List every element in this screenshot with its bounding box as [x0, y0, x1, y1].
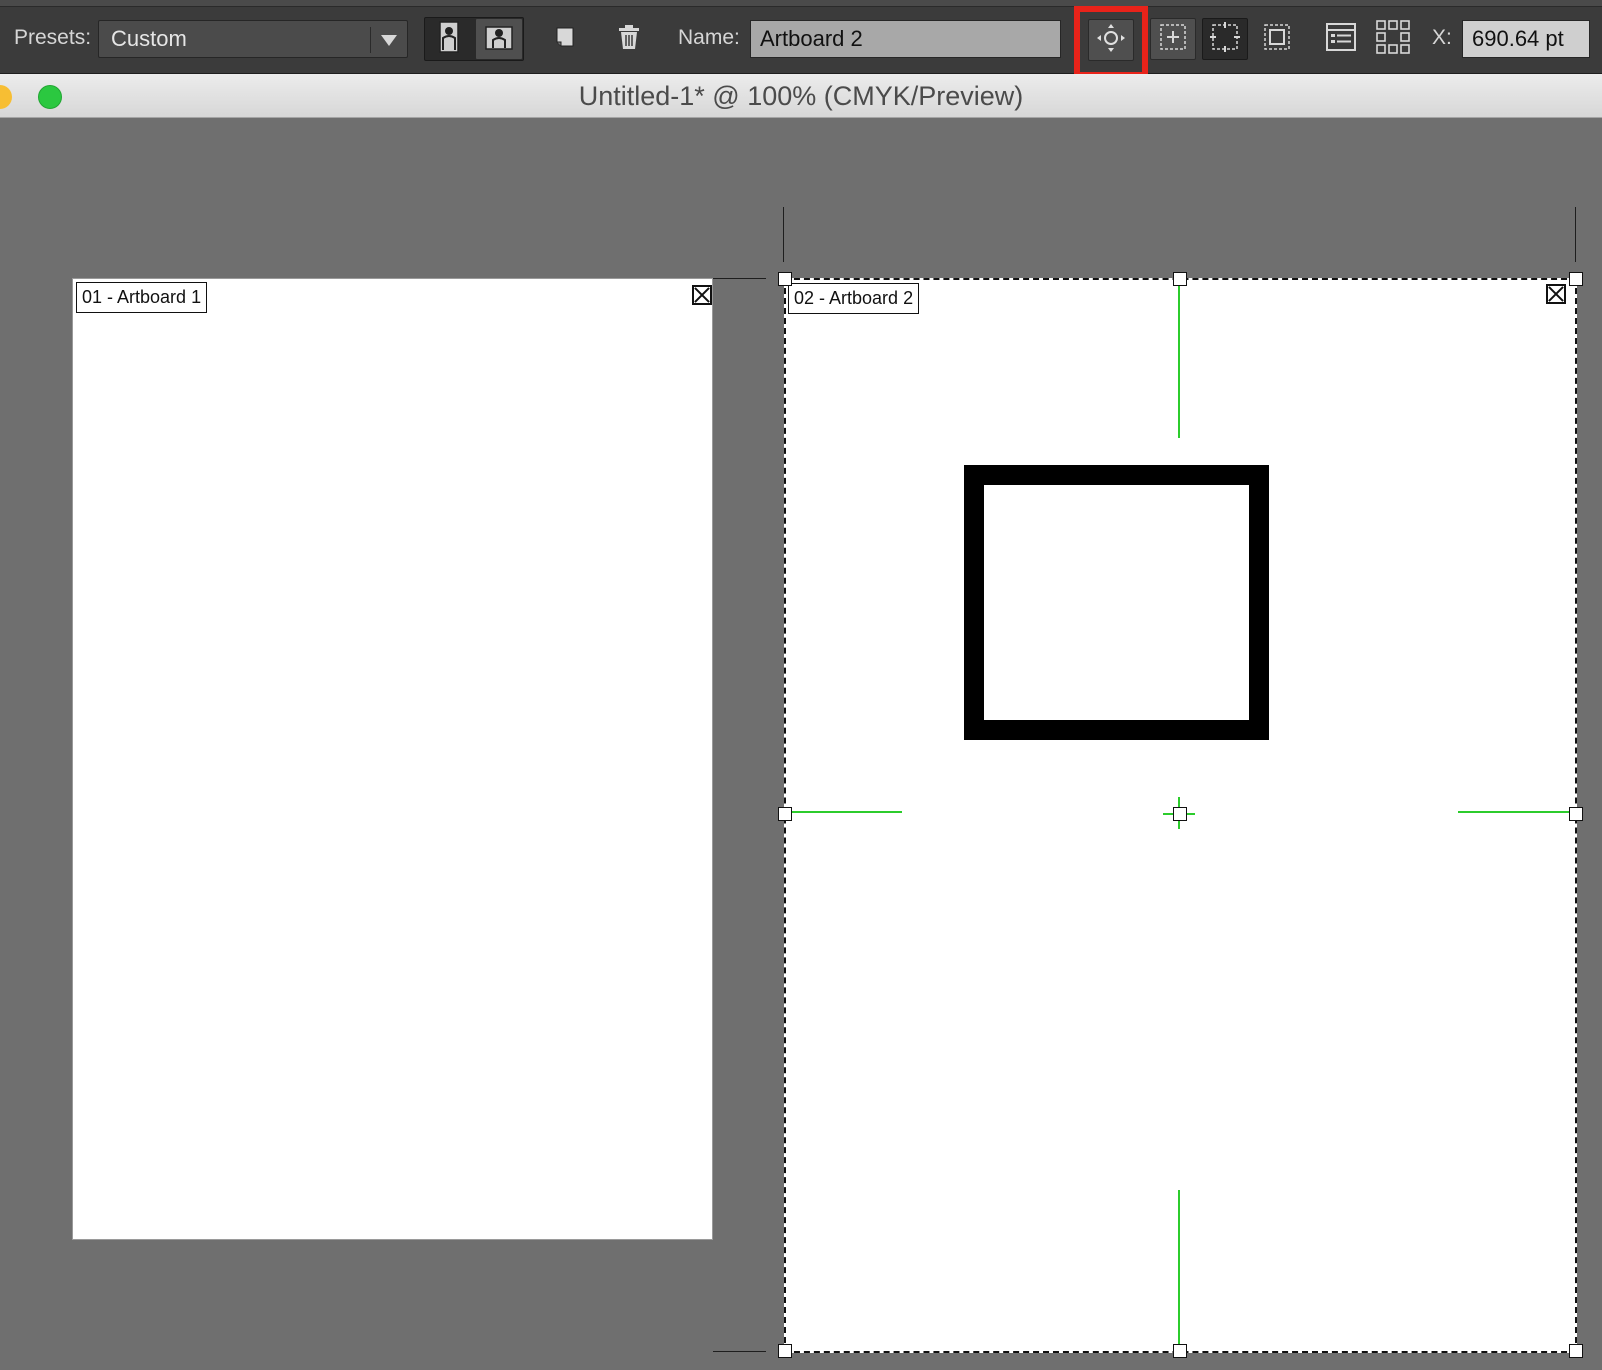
- crosshair-right: [1458, 811, 1570, 813]
- artboard-name-field[interactable]: Artboard 2: [750, 20, 1061, 58]
- resize-handle-top-left[interactable]: [778, 272, 792, 286]
- name-label: Name:: [678, 26, 740, 49]
- crop-mark: [1575, 207, 1576, 262]
- rearrange-artboards-button[interactable]: [1370, 18, 1416, 60]
- show-cross-hairs-icon: [1208, 20, 1242, 59]
- presets-dropdown[interactable]: Custom: [98, 20, 408, 58]
- artboard-options-icon: [1325, 22, 1357, 57]
- control-bar-top-edge: [0, 0, 1602, 7]
- resize-handle-bottom[interactable]: [1173, 1344, 1187, 1358]
- crosshair-bottom: [1178, 1190, 1180, 1352]
- close-icon[interactable]: [1546, 284, 1566, 304]
- portrait-button[interactable]: [426, 18, 472, 60]
- document-title-bar: Untitled-1* @ 100% (CMYK/Preview): [0, 74, 1602, 118]
- new-artboard-button[interactable]: [541, 18, 587, 60]
- resize-handle-bottom-right[interactable]: [1569, 1344, 1583, 1358]
- resize-handle-right[interactable]: [1569, 807, 1583, 821]
- trash-icon: [616, 23, 642, 56]
- artboard-label[interactable]: 02 - Artboard 2: [788, 283, 920, 314]
- landscape-icon: [483, 21, 515, 58]
- portrait-icon: [434, 20, 464, 59]
- show-center-mark-button[interactable]: [1150, 18, 1196, 60]
- crop-mark: [713, 1351, 766, 1352]
- artboard-1[interactable]: 01 - Artboard 1: [72, 278, 713, 1240]
- document-title: Untitled-1* @ 100% (CMYK/Preview): [578, 81, 1024, 111]
- show-video-safe-areas-button[interactable]: [1254, 18, 1300, 60]
- close-icon[interactable]: [692, 285, 712, 305]
- show-video-safe-areas-icon: [1260, 20, 1294, 59]
- presets-label: Presets:: [14, 26, 92, 49]
- rectangle-artwork[interactable]: [964, 465, 1269, 740]
- resize-handle-bottom-left[interactable]: [778, 1344, 792, 1358]
- crosshair-left: [790, 811, 902, 813]
- control-bar: Presets: Custom Name: Artboard 2 X: 690.…: [0, 0, 1602, 78]
- rearrange-artboards-icon: [1374, 18, 1412, 61]
- landscape-button[interactable]: [475, 18, 523, 60]
- dropdown-divider: [370, 27, 371, 53]
- crop-mark: [783, 207, 784, 262]
- chevron-down-icon[interactable]: [381, 35, 397, 46]
- show-cross-hairs-button[interactable]: [1202, 18, 1248, 60]
- highlight-box: [1074, 6, 1148, 78]
- delete-artboard-button[interactable]: [606, 18, 652, 60]
- resize-handle-left[interactable]: [778, 807, 792, 821]
- presets-value: Custom: [111, 26, 187, 51]
- crop-mark: [713, 278, 766, 279]
- x-label: X:: [1432, 26, 1452, 49]
- crosshair-top: [1178, 286, 1180, 438]
- new-artboard-icon: [551, 24, 577, 55]
- artboard-options-button[interactable]: [1318, 18, 1364, 60]
- artboard-label[interactable]: 01 - Artboard 1: [76, 282, 208, 313]
- x-position-field[interactable]: 690.64 pt: [1462, 20, 1590, 58]
- center-handle[interactable]: [1173, 807, 1187, 821]
- resize-handle-top-right[interactable]: [1569, 272, 1583, 286]
- show-center-mark-icon: [1156, 20, 1190, 59]
- resize-handle-top[interactable]: [1173, 272, 1187, 286]
